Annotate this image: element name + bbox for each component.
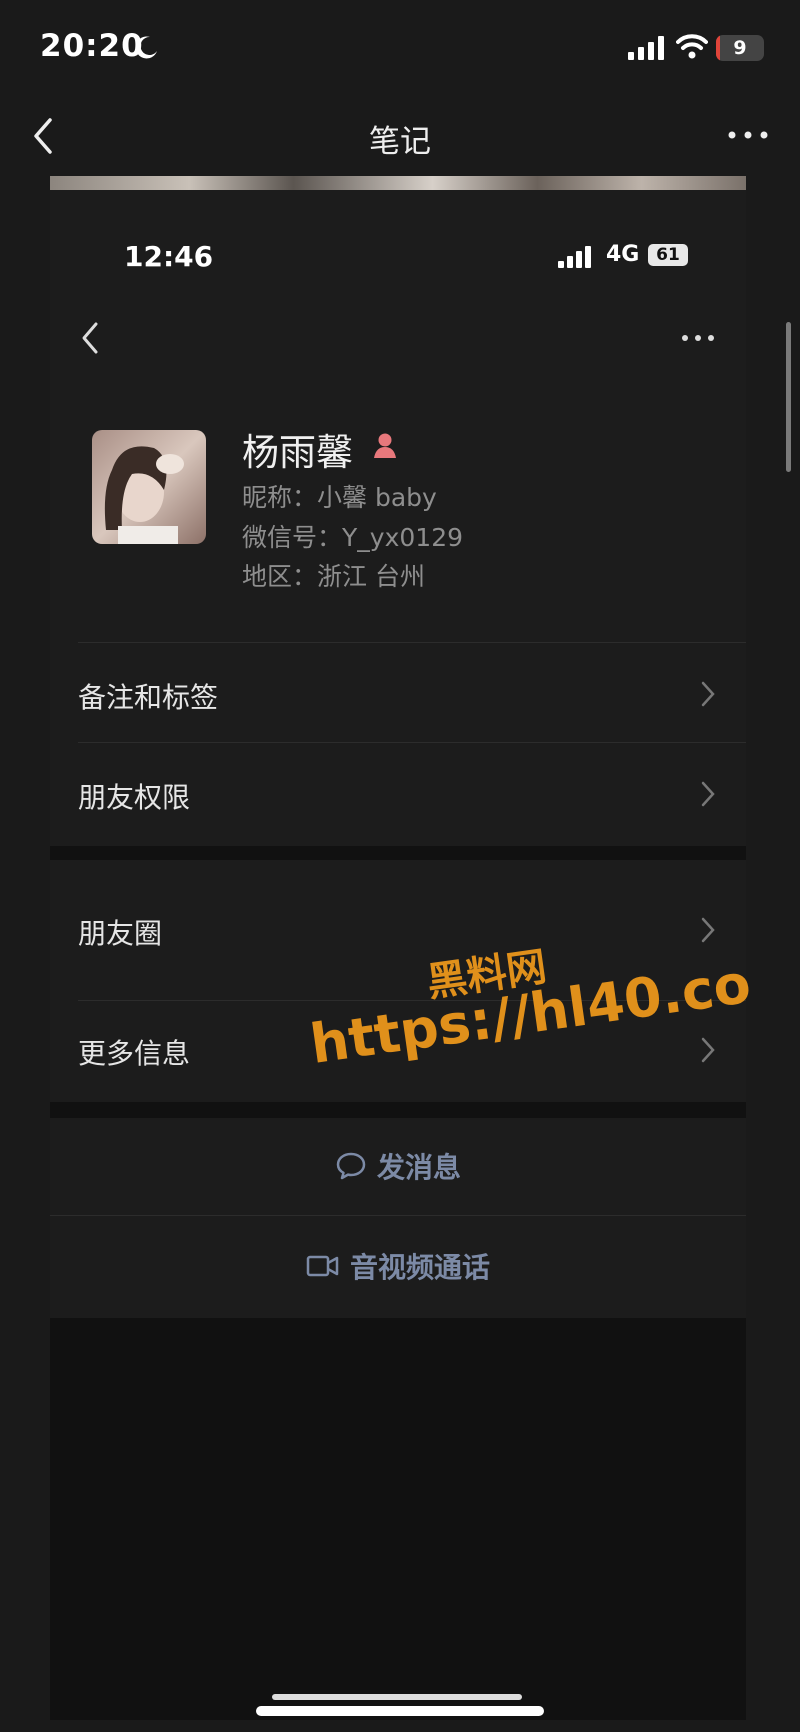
profile-nickname: 昵称：小馨 baby <box>242 478 437 514</box>
chevron-right-icon <box>701 681 715 707</box>
section-gap <box>50 1102 746 1118</box>
divider <box>78 742 746 743</box>
send-message-button[interactable]: 发消息 <box>50 1118 746 1214</box>
inner-back-icon[interactable] <box>78 320 102 356</box>
video-camera-icon <box>306 1255 339 1277</box>
divider <box>78 642 746 643</box>
photo-strip <box>50 176 746 190</box>
chevron-right-icon <box>701 781 715 807</box>
profile-region: 地区：浙江 台州 <box>242 557 425 593</box>
embedded-screenshot: 12:46 4G 61 杨雨馨 昵称：小馨 baby 微信号：Y_yx0129 … <box>50 190 746 1720</box>
nickname-value: 小馨 baby <box>317 483 437 512</box>
inner-more-icon[interactable] <box>680 328 716 348</box>
profile-wechat-id: 微信号：Y_yx0129 <box>242 518 463 554</box>
row-label: 朋友圈 <box>78 917 163 950</box>
inner-home-indicator <box>272 1694 522 1700</box>
row-friend-permissions[interactable]: 朋友权限 <box>50 746 746 842</box>
inner-status-time: 12:46 <box>124 240 214 273</box>
send-message-label: 发消息 <box>376 1151 461 1184</box>
status-time: 20:20 <box>40 28 144 64</box>
more-icon[interactable] <box>726 122 770 148</box>
avatar[interactable] <box>92 430 206 544</box>
empty-area <box>50 1318 746 1720</box>
divider <box>50 1215 746 1216</box>
region-label: 地区： <box>242 562 318 591</box>
video-call-label: 音视频通话 <box>349 1251 490 1284</box>
chevron-right-icon <box>701 1037 715 1063</box>
row-label: 朋友权限 <box>78 781 191 814</box>
chevron-right-icon <box>701 917 715 943</box>
inner-network-type: 4G <box>606 242 640 267</box>
row-moments[interactable]: 朋友圈 <box>50 882 746 978</box>
row-label: 备注和标签 <box>78 681 219 714</box>
row-remarks-tags[interactable]: 备注和标签 <box>50 646 746 742</box>
scrollbar[interactable] <box>786 322 791 472</box>
nickname-label: 昵称： <box>242 483 318 512</box>
wechat-label: 微信号： <box>242 523 343 552</box>
home-indicator[interactable] <box>256 1706 544 1716</box>
profile-name: 杨雨馨 <box>242 431 353 474</box>
inner-battery-level: 61 <box>656 245 680 265</box>
chat-bubble-icon <box>336 1152 366 1180</box>
signal-icon <box>628 36 664 60</box>
battery-level: 9 <box>733 37 747 59</box>
inner-battery-indicator: 61 <box>648 244 688 266</box>
wifi-icon <box>676 34 708 59</box>
region-value: 浙江 台州 <box>317 562 425 591</box>
video-call-button[interactable]: 音视频通话 <box>50 1218 746 1314</box>
nav-bar: 笔记 <box>0 96 800 176</box>
wechat-id-value[interactable]: Y_yx0129 <box>342 523 463 552</box>
page-title: 笔记 <box>369 124 431 160</box>
inner-signal-icon <box>558 246 591 268</box>
status-bar: 20:20 9 <box>0 0 800 96</box>
row-label: 更多信息 <box>78 1037 191 1070</box>
battery-indicator: 9 <box>716 35 764 61</box>
gender-icon <box>374 433 396 458</box>
moon-icon <box>135 36 157 59</box>
section-gap <box>50 846 746 860</box>
